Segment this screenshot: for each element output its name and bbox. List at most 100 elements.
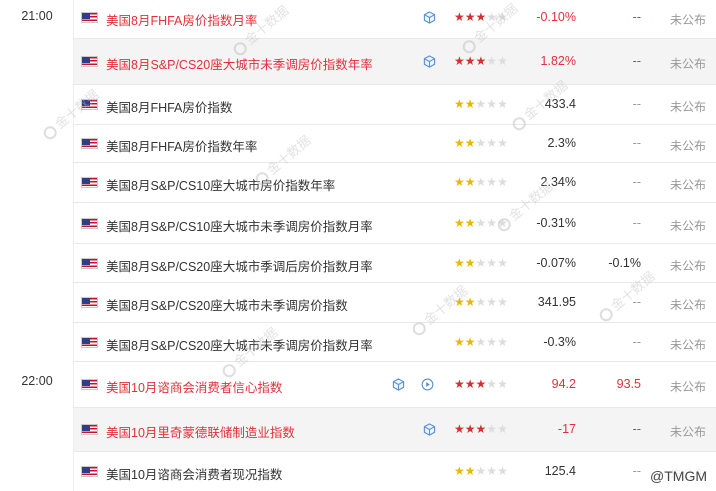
event-name[interactable]: 美国8月FHFA房价指数年率 <box>106 136 257 155</box>
event-row[interactable]: 美国8月S&P/CS20座大城市未季调房价指数年率 ★★★★★ 1.82% -- 未公布 <box>74 39 716 85</box>
previous-value: -0.10% <box>536 10 576 24</box>
event-name[interactable]: 美国10月里奇蒙德联储制造业指数 <box>106 422 295 441</box>
event-row[interactable]: 美国8月S&P/CS20座大城市未季调房价指数月率 ★★★★★ -0.3% -- 未公布 <box>74 323 716 362</box>
cube-icon[interactable] <box>392 378 405 391</box>
event-row[interactable]: 美国8月S&P/CS20座大城市未季调房价指数 ★★★★★ 341.95 -- 未公布 <box>74 283 716 323</box>
previous-value: 2.3% <box>547 136 577 150</box>
forecast-value: -- <box>632 97 641 111</box>
star-empty-icon: ★ <box>475 97 487 111</box>
star-filled-icon: ★ <box>464 216 476 230</box>
star-filled-icon: ★ <box>464 54 476 68</box>
event-name[interactable]: 美国8月S&P/CS10座大城市未季调房价指数月率 <box>106 216 373 235</box>
star-filled-icon: ★ <box>464 377 476 391</box>
previous-value: 125.4 <box>544 464 576 478</box>
star-filled-icon: ★ <box>464 295 476 309</box>
us-flag-icon <box>81 337 98 348</box>
actual-value: 未公布 <box>669 338 706 352</box>
star-filled-icon: ★ <box>454 136 465 150</box>
star-filled-icon: ★ <box>454 97 465 111</box>
actual-value: 未公布 <box>669 298 706 312</box>
us-flag-icon <box>81 466 98 477</box>
forecast-value: -- <box>632 175 641 189</box>
event-row[interactable]: 美国8月FHFA房价指数月率 ★★★★★ -0.10% -- 未公布 <box>74 0 716 39</box>
forecast-value: 93.5 <box>616 377 641 391</box>
star-filled-icon: ★ <box>454 216 465 230</box>
event-row[interactable]: 美国8月S&P/CS10座大城市房价指数年率 ★★★★★ 2.34% -- 未公布 <box>74 163 716 203</box>
event-row[interactable]: 美国10月谘商会消费者信心指数 ★★★★★ 94.2 93.5 未公布 <box>74 362 716 408</box>
actual-value: 未公布 <box>669 100 706 114</box>
event-row[interactable]: 美国8月S&P/CS10座大城市未季调房价指数月率 ★★★★★ -0.31% -- 未公… <box>74 203 716 244</box>
star-filled-icon: ★ <box>454 256 465 270</box>
star-filled-icon: ★ <box>475 10 487 24</box>
importance-stars: ★★★★★ <box>454 295 508 309</box>
event-name[interactable]: 美国8月S&P/CS10座大城市房价指数年率 <box>106 175 335 194</box>
actual-value: 未公布 <box>669 259 706 273</box>
us-flag-icon <box>81 12 98 23</box>
event-name[interactable]: 美国8月S&P/CS20座大城市季调后房价指数月率 <box>106 256 373 275</box>
event-row[interactable]: 美国8月FHFA房价指数 ★★★★★ 433.4 -- 未公布 <box>74 85 716 125</box>
star-empty-icon: ★ <box>475 216 487 230</box>
star-filled-icon: ★ <box>454 54 465 68</box>
event-row[interactable]: 美国10月里奇蒙德联储制造业指数 ★★★★★ -17 -- 未公布 <box>74 408 716 452</box>
previous-value: 94.2 <box>551 377 576 391</box>
us-flag-icon <box>81 177 98 188</box>
importance-stars: ★★★★★ <box>454 54 508 68</box>
event-name[interactable]: 美国8月FHFA房价指数 <box>106 97 232 116</box>
star-empty-icon: ★ <box>475 136 487 150</box>
star-empty-icon: ★ <box>486 136 498 150</box>
actual-value: 未公布 <box>669 13 706 27</box>
event-name[interactable]: 美国10月谘商会消费者信心指数 <box>106 377 282 396</box>
forecast-value: -- <box>632 54 641 68</box>
importance-stars: ★★★★★ <box>454 175 508 189</box>
event-name[interactable]: 美国8月FHFA房价指数月率 <box>106 10 257 29</box>
forecast-value: -- <box>632 464 641 478</box>
cube-icon[interactable] <box>423 423 436 436</box>
previous-value: 433.4 <box>544 97 576 111</box>
star-filled-icon: ★ <box>454 335 465 349</box>
economic-calendar-table: 21:00 22:00 美国8月FHFA房价指数月率 ★★★★★ -0.10% -- 未… <box>0 0 716 491</box>
star-empty-icon: ★ <box>486 335 498 349</box>
actual-value: 未公布 <box>669 425 706 439</box>
us-flag-icon <box>81 258 98 269</box>
importance-stars: ★★★★★ <box>454 136 508 150</box>
star-empty-icon: ★ <box>486 175 498 189</box>
forecast-value: -- <box>632 335 641 349</box>
star-filled-icon: ★ <box>464 422 476 436</box>
time-label: 21:00 <box>21 9 53 23</box>
event-name[interactable]: 美国8月S&P/CS20座大城市未季调房价指数 <box>106 295 348 314</box>
star-filled-icon: ★ <box>464 97 476 111</box>
star-empty-icon: ★ <box>486 54 498 68</box>
importance-stars: ★★★★★ <box>454 256 508 270</box>
star-filled-icon: ★ <box>454 464 465 478</box>
importance-stars: ★★★★★ <box>454 216 508 230</box>
previous-value: -0.3% <box>543 335 576 349</box>
previous-value: -0.07% <box>536 256 576 270</box>
play-circle-icon[interactable] <box>421 378 434 391</box>
star-empty-icon: ★ <box>486 216 498 230</box>
forecast-value: -- <box>632 10 641 24</box>
star-empty-icon: ★ <box>475 175 487 189</box>
star-filled-icon: ★ <box>464 464 476 478</box>
event-name[interactable]: 美国8月S&P/CS20座大城市未季调房价指数月率 <box>106 335 373 354</box>
us-flag-icon <box>81 424 98 435</box>
star-filled-icon: ★ <box>464 175 476 189</box>
actual-value: 未公布 <box>669 219 706 233</box>
event-name[interactable]: 美国10月谘商会消费者现况指数 <box>106 464 282 483</box>
star-filled-icon: ★ <box>464 335 476 349</box>
event-row[interactable]: 美国8月FHFA房价指数年率 ★★★★★ 2.3% -- 未公布 <box>74 125 716 163</box>
event-name[interactable]: 美国8月S&P/CS20座大城市未季调房价指数年率 <box>106 54 373 73</box>
previous-value: -17 <box>557 422 576 436</box>
cube-icon[interactable] <box>423 11 436 24</box>
star-empty-icon: ★ <box>475 256 487 270</box>
importance-stars: ★★★★★ <box>454 10 508 24</box>
cube-icon[interactable] <box>423 55 436 68</box>
event-row[interactable]: 美国10月谘商会消费者现况指数★★★★★125.4--未公布 <box>74 452 716 491</box>
actual-value: 未公布 <box>669 139 706 153</box>
star-filled-icon: ★ <box>464 10 476 24</box>
source-badge: @TMGM <box>647 467 710 485</box>
star-empty-icon: ★ <box>486 464 498 478</box>
event-row[interactable]: 美国8月S&P/CS20座大城市季调后房价指数月率 ★★★★★ -0.07% -0.1… <box>74 244 716 283</box>
us-flag-icon <box>81 379 98 390</box>
previous-value: 341.95 <box>537 295 576 309</box>
star-filled-icon: ★ <box>464 256 476 270</box>
